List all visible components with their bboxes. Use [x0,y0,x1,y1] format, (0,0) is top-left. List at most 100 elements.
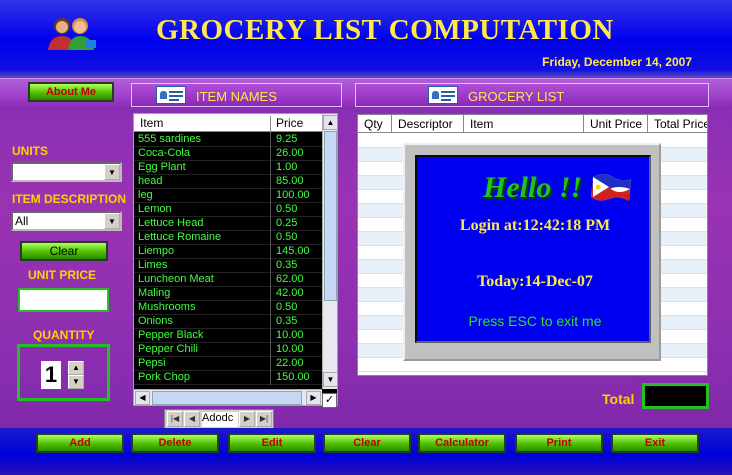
table-row[interactable]: head 85.00 [134,175,322,189]
delete-button[interactable]: Delete [131,433,219,453]
column-header-item[interactable]: Item [464,115,584,133]
item-price-cell: 1.00 [276,161,298,173]
item-name-cell: Limes [138,259,168,271]
hello-text: Hello !! [483,171,583,204]
spin-up-icon[interactable]: ▲ [68,361,84,375]
table-row[interactable]: Egg Plant 1.00 [134,161,322,175]
item-price-cell: 22.00 [276,357,304,369]
scroll-left-icon[interactable]: ◀ [135,391,150,405]
app-window: GROCERY LIST COMPUTATION Friday, Decembe… [0,0,732,475]
table-row[interactable]: Coca-Cola 26.00 [134,147,322,161]
item-grid[interactable]: Item Price 555 sardines 9.25 Coca-Cola 26.0… [133,113,338,406]
clear-button[interactable]: Clear [323,433,411,453]
clear-filter-button[interactable]: Clear [20,241,108,261]
edit-button[interactable]: Edit [228,433,316,453]
scroll-down-icon[interactable]: ▼ [323,372,337,387]
units-label: UNITS [12,144,48,158]
scroll-up-icon[interactable]: ▲ [323,115,337,130]
next-record-icon[interactable]: ▶ [239,411,255,427]
column-header-total-price[interactable]: Total Price [648,115,707,133]
total-value [642,383,709,409]
table-row[interactable]: Pepper Chili 10.00 [134,343,322,357]
chevron-down-icon[interactable]: ▼ [104,164,120,180]
list-card-icon [156,86,186,104]
column-divider [270,161,271,175]
table-row[interactable]: leg 100.00 [134,189,322,203]
unit-price-input[interactable] [18,288,109,312]
app-title: GROCERY LIST COMPUTATION [156,14,614,46]
item-name-cell: Pepper Chili [138,343,198,355]
today-date-text: Today:14-Dec-07 [477,273,593,290]
column-divider [270,357,271,371]
item-price-cell: 0.35 [276,315,298,327]
vertical-scrollbar[interactable]: ▲ ▼ [322,114,337,389]
table-row[interactable]: Lettuce Romaine 0.50 [134,231,322,245]
column-header-item[interactable]: Item [140,116,163,130]
table-row[interactable]: Maling 42.00 [134,287,322,301]
item-rows: 555 sardines 9.25 Coca-Cola 26.00 Egg Plant 1… [134,133,322,385]
table-row[interactable]: Mushrooms 0.50 [134,301,322,315]
column-divider [270,273,271,287]
spin-down-icon[interactable]: ▼ [68,375,84,389]
print-button[interactable]: Print [515,433,603,453]
column-header-descriptor[interactable]: Descriptor [392,115,464,133]
list-card-icon [428,86,458,104]
item-price-cell: 26.00 [276,147,304,159]
data-navigator: |◀ ◀ Adodc ▶ ▶| [164,409,274,429]
chevron-down-icon[interactable]: ▼ [104,213,120,229]
total-label: Total [602,391,635,407]
column-header-qty[interactable]: Qty [358,115,392,133]
table-row[interactable]: Pork Chop 150.00 [134,371,322,385]
horizontal-scrollbar[interactable]: ◀ ▶ [134,389,322,405]
grocery-list-header: GROCERY LIST [355,83,709,107]
item-name-cell: Pepsi [138,357,166,369]
table-row[interactable]: Limes 0.35 [134,259,322,273]
table-row[interactable]: Lettuce Head 0.25 [134,217,322,231]
item-name-cell: Lettuce Romaine [138,231,222,243]
checkmark-icon[interactable]: ✓ [322,393,337,408]
table-row[interactable]: Onions 0.35 [134,315,322,329]
item-description-value: All [15,214,29,228]
item-name-cell: Pepper Black [138,329,204,341]
calculator-button[interactable]: Calculator [418,433,506,453]
column-header-unit-price[interactable]: Unit Price [584,115,648,133]
item-price-cell: 0.50 [276,301,298,313]
item-price-cell: 150.00 [276,371,310,383]
units-dropdown[interactable]: ▼ [11,162,122,182]
quantity-value[interactable]: 1 [41,361,61,389]
item-price-cell: 145.00 [276,245,310,257]
exit-button[interactable]: Exit [611,433,699,453]
hello-splash-window[interactable]: Hello !! Login at:12:42:18 PM Today:14-D… [403,143,661,361]
table-row[interactable]: Liempo 145.00 [134,245,322,259]
column-divider [270,217,271,231]
table-row[interactable]: Luncheon Meat 62.00 [134,273,322,287]
item-name-cell: Luncheon Meat [138,273,214,285]
scroll-thumb[interactable] [324,131,337,301]
unit-price-label: UNIT PRICE [28,268,97,282]
header-date: Friday, December 14, 2007 [542,55,692,69]
grocery-list-label: GROCERY LIST [468,89,565,104]
column-divider [270,301,271,315]
first-record-icon[interactable]: |◀ [167,411,183,427]
add-button[interactable]: Add [36,433,124,453]
table-row[interactable]: Lemon 0.50 [134,203,322,217]
column-divider [270,147,271,161]
column-header-price[interactable]: Price [276,116,303,130]
quantity-stepper: 1 ▲ ▼ [17,344,110,401]
item-price-cell: 0.35 [276,259,298,271]
table-row[interactable]: Pepsi 22.00 [134,357,322,371]
column-divider [270,287,271,301]
item-description-dropdown[interactable]: All ▼ [11,211,122,231]
item-price-cell: 0.50 [276,231,298,243]
item-name-cell: head [138,175,163,187]
item-price-cell: 0.25 [276,217,298,229]
table-row[interactable]: Pepper Black 10.00 [134,329,322,343]
scroll-thumb[interactable] [152,391,302,405]
item-name-cell: Maling [138,287,171,299]
table-row[interactable]: 555 sardines 9.25 [134,133,322,147]
last-record-icon[interactable]: ▶| [256,411,272,427]
item-name-cell: Mushrooms [138,301,196,313]
scroll-right-icon[interactable]: ▶ [306,391,321,405]
about-me-button[interactable]: About Me [28,82,114,102]
previous-record-icon[interactable]: ◀ [184,411,200,427]
